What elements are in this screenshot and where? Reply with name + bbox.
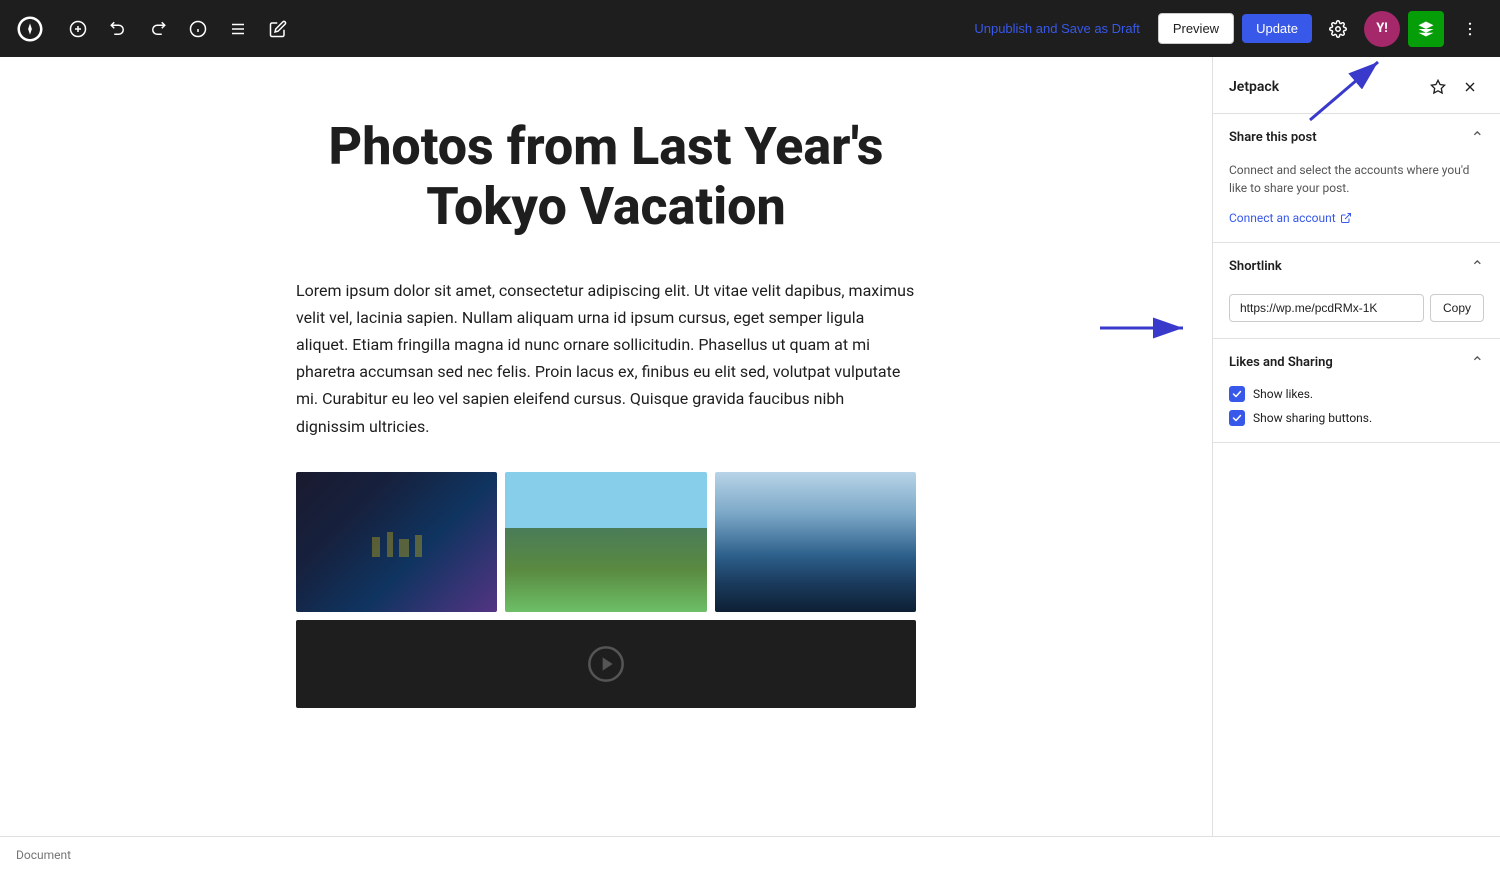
jetpack-button[interactable] bbox=[1408, 11, 1444, 47]
show-sharing-label: Show sharing buttons. bbox=[1253, 411, 1372, 425]
gallery-image-4[interactable] bbox=[296, 620, 916, 708]
post-title[interactable]: Photos from Last Year's Tokyo Vacation bbox=[296, 117, 916, 237]
gallery-image-2[interactable] bbox=[505, 472, 706, 612]
show-sharing-row: Show sharing buttons. bbox=[1229, 410, 1484, 426]
star-button[interactable] bbox=[1424, 73, 1452, 101]
show-likes-label: Show likes. bbox=[1253, 387, 1313, 401]
toolbar-left bbox=[12, 11, 296, 47]
wordpress-logo bbox=[12, 11, 48, 47]
likes-chevron-icon: ⌃ bbox=[1471, 353, 1484, 372]
preview-button[interactable]: Preview bbox=[1158, 13, 1234, 44]
info-button[interactable] bbox=[180, 11, 216, 47]
show-likes-checkbox[interactable] bbox=[1229, 386, 1245, 402]
copy-button[interactable]: Copy bbox=[1430, 294, 1484, 322]
editor-area: Photos from Last Year's Tokyo Vacation L… bbox=[0, 57, 1212, 836]
shortlink-section: Shortlink ⌃ Copy bbox=[1213, 243, 1500, 339]
panel-header: Jetpack bbox=[1213, 57, 1500, 114]
likes-section-content: Show likes. Show sharing buttons. bbox=[1213, 386, 1500, 442]
panel-title: Jetpack bbox=[1229, 79, 1279, 95]
shortlink-section-content: Copy bbox=[1213, 294, 1500, 338]
connect-account-link[interactable]: Connect an account bbox=[1229, 211, 1352, 225]
image-gallery bbox=[296, 472, 916, 612]
settings-button[interactable] bbox=[1320, 11, 1356, 47]
shortlink-chevron-icon: ⌃ bbox=[1471, 257, 1484, 276]
show-sharing-checkbox[interactable] bbox=[1229, 410, 1245, 426]
share-section: Share this post ⌃ Connect and select the… bbox=[1213, 114, 1500, 243]
post-body[interactable]: Lorem ipsum dolor sit amet, consectetur … bbox=[296, 277, 916, 440]
share-description: Connect and select the accounts where yo… bbox=[1229, 161, 1484, 197]
panel-header-icons bbox=[1424, 73, 1484, 101]
connect-link-text: Connect an account bbox=[1229, 211, 1336, 225]
update-button[interactable]: Update bbox=[1242, 14, 1312, 43]
likes-section-header[interactable]: Likes and Sharing ⌃ bbox=[1213, 339, 1500, 386]
right-panel: Jetpack Share this post ⌃ bbox=[1212, 57, 1500, 836]
share-section-content: Connect and select the accounts where yo… bbox=[1213, 161, 1500, 242]
toolbar-right: Unpublish and Save as Draft Preview Upda… bbox=[964, 11, 1488, 47]
likes-section: Likes and Sharing ⌃ Show likes. bbox=[1213, 339, 1500, 443]
share-section-title: Share this post bbox=[1229, 130, 1317, 145]
more-options-button[interactable] bbox=[1452, 11, 1488, 47]
likes-section-title: Likes and Sharing bbox=[1229, 355, 1333, 370]
tools-button[interactable] bbox=[260, 11, 296, 47]
close-panel-button[interactable] bbox=[1456, 73, 1484, 101]
shortlink-row: Copy bbox=[1229, 294, 1484, 322]
share-section-header[interactable]: Share this post ⌃ bbox=[1213, 114, 1500, 161]
share-chevron-icon: ⌃ bbox=[1471, 128, 1484, 147]
unpublish-button[interactable]: Unpublish and Save as Draft bbox=[964, 15, 1149, 42]
yoast-icon[interactable]: Y! bbox=[1364, 11, 1400, 47]
editor-content: Photos from Last Year's Tokyo Vacation L… bbox=[296, 117, 916, 708]
redo-button[interactable] bbox=[140, 11, 176, 47]
shortlink-input[interactable] bbox=[1229, 294, 1424, 322]
gallery-image-1[interactable] bbox=[296, 472, 497, 612]
bottom-bar: Document bbox=[0, 836, 1500, 872]
list-view-button[interactable] bbox=[220, 11, 256, 47]
show-likes-row: Show likes. bbox=[1229, 386, 1484, 402]
shortlink-section-header[interactable]: Shortlink ⌃ bbox=[1213, 243, 1500, 290]
bottom-bar-label: Document bbox=[16, 848, 71, 862]
gallery-image-3[interactable] bbox=[715, 472, 916, 612]
undo-button[interactable] bbox=[100, 11, 136, 47]
shortlink-section-title: Shortlink bbox=[1229, 259, 1282, 274]
add-block-button[interactable] bbox=[60, 11, 96, 47]
main-area: Photos from Last Year's Tokyo Vacation L… bbox=[0, 57, 1500, 836]
toolbar: Unpublish and Save as Draft Preview Upda… bbox=[0, 0, 1500, 57]
